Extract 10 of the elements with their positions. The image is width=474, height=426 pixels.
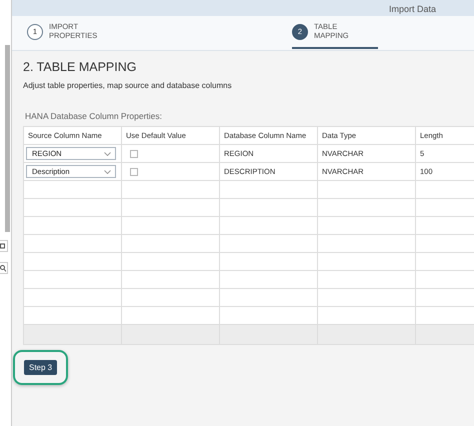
table-caption: HANA Database Column Properties: [25,111,164,121]
step-3-button[interactable]: Step 3 [24,360,58,375]
window-title: Import Data [388,4,436,15]
section-description: Adjust table properties, map source and database columns [23,81,233,90]
chevron-down-icon [104,152,111,156]
checkbox[interactable] [130,150,138,158]
chevron-down-icon [104,170,111,174]
checkbox[interactable] [130,168,138,176]
section-title: 2. TABLE MAPPING [23,60,138,74]
scrollbar[interactable] [5,45,10,232]
